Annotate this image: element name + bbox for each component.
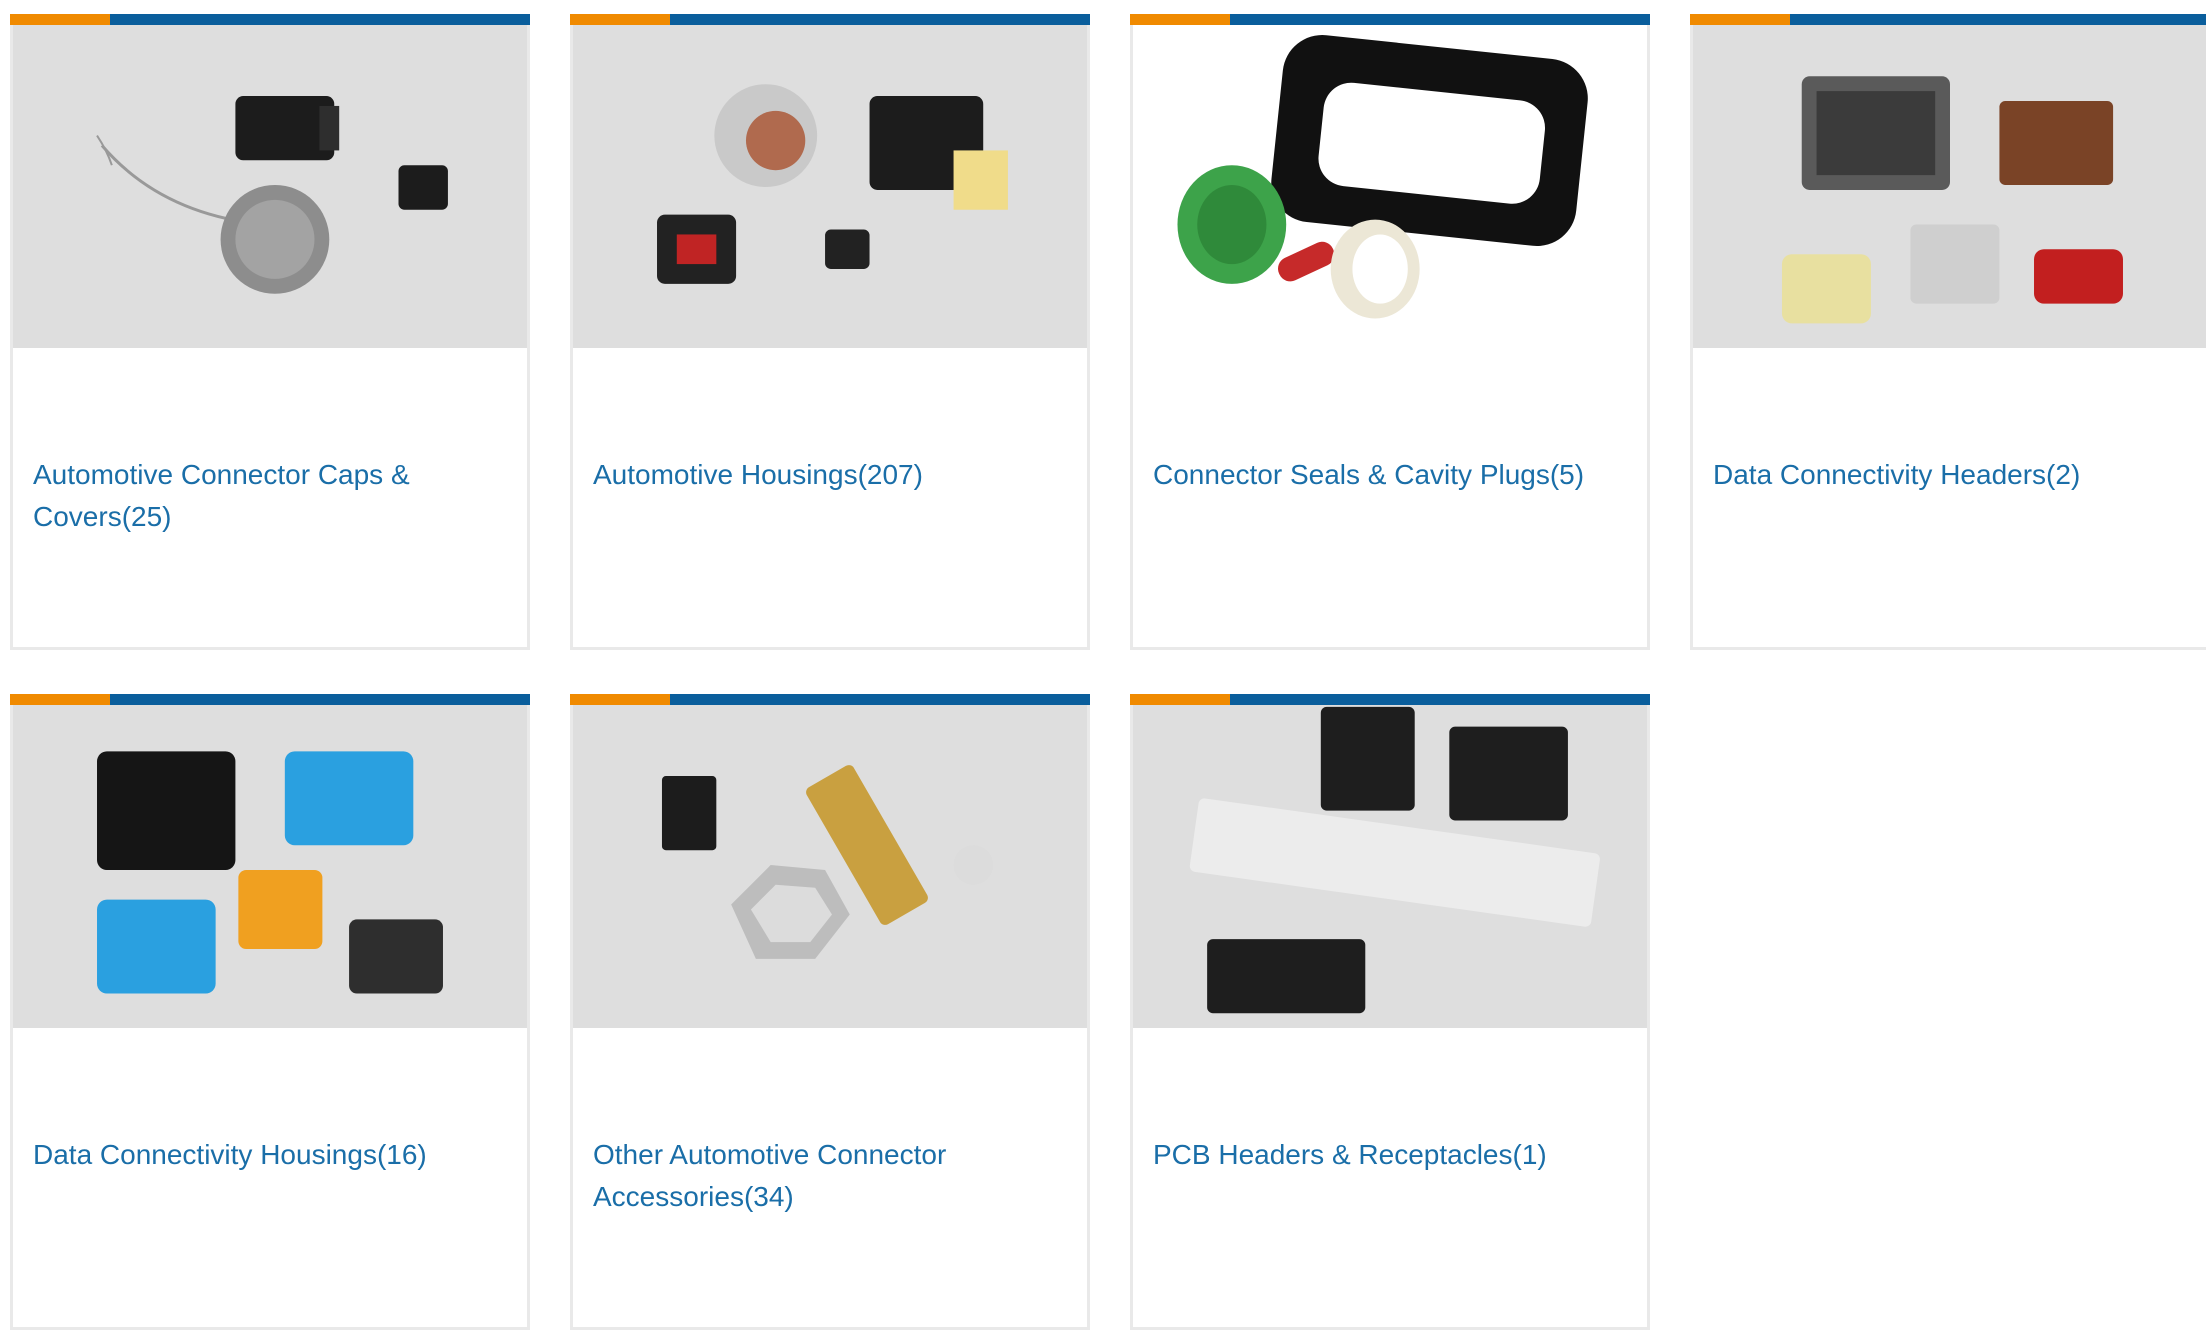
data-headers-image[interactable]: [1693, 25, 2206, 348]
card-top-bar: [1130, 694, 1650, 705]
category-label[interactable]: Connector Seals & Cavity Plugs(5): [1153, 454, 1633, 496]
category-card-caps-covers[interactable]: Automotive Connector Caps & Covers(25): [10, 14, 530, 650]
seals-plugs-image[interactable]: [1133, 25, 1647, 348]
card-top-bar: [1690, 14, 2206, 25]
category-label[interactable]: Data Connectivity Headers(2): [1713, 454, 2193, 496]
data-housings-image[interactable]: [13, 705, 527, 1028]
category-card-seals-plugs[interactable]: Connector Seals & Cavity Plugs(5): [1130, 14, 1650, 650]
category-label[interactable]: Automotive Connector Caps & Covers(25): [33, 454, 513, 538]
card-top-bar: [570, 694, 1090, 705]
category-label[interactable]: Data Connectivity Housings(16): [33, 1134, 513, 1176]
category-card-data-headers[interactable]: Data Connectivity Headers(2): [1690, 14, 2206, 650]
category-label[interactable]: Other Automotive Connector Accessories(3…: [593, 1134, 1073, 1218]
card-top-bar: [10, 694, 530, 705]
housings-image[interactable]: [573, 25, 1087, 348]
category-card-housings[interactable]: Automotive Housings(207): [570, 14, 1090, 650]
card-top-bar: [10, 14, 530, 25]
caps-covers-image[interactable]: [13, 25, 527, 348]
category-card-data-housings[interactable]: Data Connectivity Housings(16): [10, 694, 530, 1330]
card-top-bar: [570, 14, 1090, 25]
category-card-accessories[interactable]: Other Automotive Connector Accessories(3…: [570, 694, 1090, 1330]
category-card-pcb-headers[interactable]: PCB Headers & Receptacles(1): [1130, 694, 1650, 1330]
category-label[interactable]: Automotive Housings(207): [593, 454, 1073, 496]
accessories-image[interactable]: [573, 705, 1087, 1028]
category-label[interactable]: PCB Headers & Receptacles(1): [1153, 1134, 1633, 1176]
pcb-headers-image[interactable]: [1133, 705, 1647, 1028]
card-top-bar: [1130, 14, 1650, 25]
